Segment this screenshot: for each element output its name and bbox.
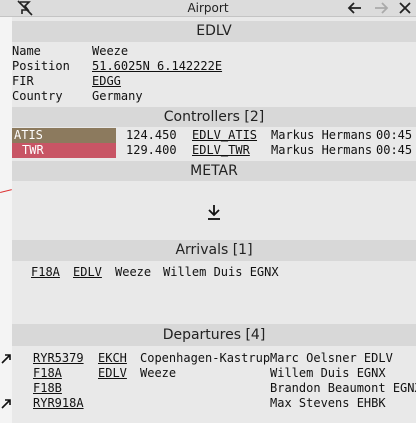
controllers-header: Controllers [2] bbox=[12, 107, 416, 127]
controller-type-atis: ATIS bbox=[12, 128, 116, 143]
departure-pilot: Brandon Beaumont EGNX bbox=[270, 381, 416, 395]
controller-time: 00:45 bbox=[376, 128, 413, 142]
field-position-link[interactable]: 51.6025N 6.142222E bbox=[92, 59, 222, 73]
airport-window: EDLV Name Weeze Position 51.6025N 6.1422… bbox=[1, 17, 416, 423]
departure-city: Weeze bbox=[140, 366, 177, 380]
arrival-city: Weeze bbox=[115, 265, 152, 279]
departure-city: Copenhagen-Kastrup bbox=[140, 351, 271, 365]
departure-callsign-link[interactable]: F18B bbox=[33, 381, 62, 395]
title-bar: Airport bbox=[0, 0, 416, 17]
controller-callsign-link[interactable]: EDLV_ATIS bbox=[192, 128, 257, 142]
arrow-left-icon[interactable] bbox=[344, 0, 366, 16]
field-name-label: Name bbox=[12, 44, 41, 58]
controller-time: 00:45 bbox=[376, 143, 413, 157]
departures-header: Departures [4] bbox=[12, 324, 416, 346]
field-fir-link[interactable]: EDGG bbox=[92, 74, 121, 88]
controller-name: Markus Hermans bbox=[271, 128, 373, 142]
controller-freq: 124.450 bbox=[126, 128, 177, 142]
airborne-icon bbox=[0, 398, 12, 410]
departure-pilot: Max Stevens EHBK bbox=[270, 396, 386, 410]
field-fir-label: FIR bbox=[12, 74, 34, 88]
metar-header: METAR bbox=[12, 161, 416, 181]
departure-callsign-link[interactable]: RYR5379 bbox=[33, 351, 84, 365]
field-country-label: Country bbox=[12, 89, 63, 103]
arrival-aircraft-link[interactable]: F18A bbox=[31, 265, 60, 279]
departure-callsign-link[interactable]: F18A bbox=[33, 366, 62, 380]
arrow-right-icon bbox=[370, 0, 392, 16]
departure-pilot: Marc Oelsner EDLV bbox=[270, 351, 393, 365]
departure-callsign-link[interactable]: RYR918A bbox=[33, 396, 84, 410]
field-position-label: Position bbox=[12, 59, 70, 73]
controller-freq: 129.400 bbox=[126, 143, 177, 157]
arrivals-header: Arrivals [1] bbox=[12, 240, 416, 261]
controller-type-twr: TWR bbox=[12, 143, 116, 158]
departure-airport-link[interactable]: EKCH bbox=[98, 351, 127, 365]
controller-callsign-link[interactable]: EDLV_TWR bbox=[192, 143, 250, 157]
airport-code-header: EDLV bbox=[12, 21, 416, 42]
arrival-pilot: Willem Duis EGNX bbox=[163, 265, 279, 279]
departure-airport-link[interactable]: EDLV bbox=[98, 366, 127, 380]
download-icon[interactable] bbox=[205, 203, 223, 221]
arrival-airport-link[interactable]: EDLV bbox=[73, 265, 102, 279]
map-route-line bbox=[0, 189, 12, 193]
controller-name: Markus Hermans bbox=[271, 143, 373, 157]
field-country-value: Germany bbox=[92, 89, 143, 103]
departure-pilot: Willem Duis EGNX bbox=[270, 366, 386, 380]
airborne-icon bbox=[0, 353, 12, 365]
field-name-value: Weeze bbox=[92, 44, 129, 58]
close-icon[interactable] bbox=[395, 0, 415, 16]
